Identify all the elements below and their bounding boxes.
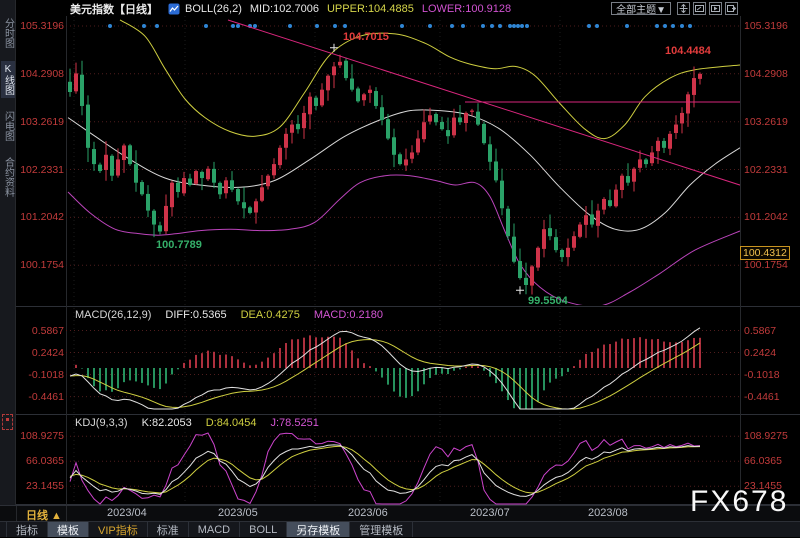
price-axis-label: 0.5867 [31, 324, 64, 337]
price-axis-label: 104.2908 [20, 67, 64, 80]
export-icon[interactable] [709, 2, 722, 15]
price-axis-label: 0.5867 [744, 324, 777, 337]
toolbar-item-另存模板[interactable]: 另存模板 [287, 522, 351, 537]
toolbar-item-MACD[interactable]: MACD [189, 522, 241, 537]
panel-drag-marker-icon[interactable] [2, 414, 13, 430]
kdj-layer [69, 432, 701, 505]
sidebar-item-闪电图[interactable]: 闪电图 [1, 108, 15, 144]
swing-low2-label: 99.5504 [528, 295, 568, 307]
date-label: 2023/05 [218, 507, 258, 519]
kdj-k-value: K:82.2053 [141, 417, 192, 429]
price-axis-label: -0.4461 [28, 390, 64, 403]
swing-low-label: 100.7789 [156, 239, 202, 251]
pan-icon[interactable] [677, 2, 690, 15]
kdj-d-value: D:84.0454 [205, 417, 257, 429]
bottom-toolbar: 指标 模板 VIP指标 标准 MACD BOLL 另存模板 管理模板 [0, 521, 800, 537]
date-label: 2023/06 [348, 507, 388, 519]
price-axis-label: -0.1018 [28, 368, 64, 381]
price-axis-label: 103.2619 [20, 115, 64, 128]
macd-panel-header: MACD(26,12,9) DIFF:0.5365 DEA:0.4275 MAC… [75, 309, 383, 321]
price-axis-label: 102.2331 [20, 163, 64, 176]
kdj-title: KDJ(9,3,3) [75, 417, 128, 429]
macd-dea-value: DEA:0.4275 [240, 309, 300, 321]
price-marker-label: 100.4312 [740, 246, 790, 260]
price-axis-label: 108.9275 [744, 430, 788, 443]
chart-icon [168, 3, 180, 15]
price-axis-label: 0.2424 [31, 346, 64, 359]
boll-lower-value: LOWER:100.9128 [421, 2, 512, 15]
event-dots-layer [108, 24, 692, 28]
boll-upper-value: UPPER:104.4885 [326, 2, 414, 15]
price-axis-label: 103.2619 [744, 115, 788, 128]
toolbar-item-VIP指标[interactable]: VIP指标 [89, 522, 148, 537]
price-axis-label: 104.2908 [744, 67, 788, 80]
sidebar-item-K线图[interactable]: K线图 [0, 61, 15, 98]
symbol-title: 美元指数 [70, 3, 114, 16]
macd-title: MACD(26,12,9) [75, 309, 152, 321]
price-axis-label: 0.2424 [744, 346, 777, 359]
chart-application: 分时图 K线图闪电图合约资料 美元指数 【日线】 BOLL(26,2) MID:1… [0, 0, 800, 537]
chart-header: 美元指数 【日线】 BOLL(26,2) MID:102.7006 UPPER:… [70, 1, 800, 16]
main-price-layer [67, 19, 740, 305]
latest-high-label: 104.4484 [665, 45, 711, 57]
date-label: 2023/07 [470, 507, 510, 519]
kdj-j-value: J:78.5251 [270, 417, 319, 429]
price-axis-label: 100.1754 [20, 259, 64, 272]
price-axis-label: -0.1018 [744, 368, 780, 381]
price-axis-label: 105.3196 [744, 20, 788, 32]
macd-diff-value: DIFF:0.5365 [165, 309, 227, 321]
header-controls: 全部主题▼ [611, 2, 738, 16]
price-axis-label: 101.2042 [20, 211, 64, 224]
new-window-icon[interactable] [725, 2, 738, 15]
price-axis-label: 105.3196 [20, 20, 64, 32]
indicator-name: BOLL(26,2) [185, 2, 242, 15]
kdj-panel-header: KDJ(9,3,3) K:82.2053 D:84.0454 J:78.5251 [75, 417, 319, 429]
price-axis-label: 100.1754 [744, 259, 788, 272]
sidebar-item-分时图[interactable]: 分时图 [1, 15, 15, 51]
toolbar-item-模板[interactable]: 模板 [48, 522, 89, 537]
toolbar-item-标准[interactable]: 标准 [148, 522, 189, 537]
price-axis-label: 66.0365 [744, 455, 782, 468]
price-axis-label: 23.1455 [26, 480, 64, 493]
macd-value: MACD:0.2180 [313, 309, 383, 321]
date-label: 2023/08 [588, 507, 628, 519]
toolbar-item-BOLL[interactable]: BOLL [240, 522, 288, 537]
price-axis-label: 108.9275 [20, 430, 64, 443]
macd-layer [69, 327, 701, 410]
theme-dropdown-button[interactable]: 全部主题▼ [611, 2, 671, 16]
fx678-watermark: FX678 [690, 485, 789, 518]
price-axis-label: 102.2331 [744, 163, 788, 176]
price-axis-label: 101.2042 [744, 211, 788, 224]
swing-high-label: 104.7015 [343, 31, 389, 43]
price-axis-label: -0.4461 [744, 390, 780, 403]
toolbar-item-管理模板[interactable]: 管理模板 [350, 522, 414, 537]
chart-canvas[interactable] [0, 0, 800, 537]
sidebar-item-合约资料[interactable]: 合约资料 [1, 154, 15, 200]
boll-mid-value: MID:102.7006 [249, 2, 319, 15]
price-axis-label: 66.0365 [26, 455, 64, 468]
screenshot-icon[interactable] [693, 2, 706, 15]
time-axis-row: 日线 ▲ 2023/04 2023/05 2023/06 2023/07 2023/08 [0, 505, 800, 522]
period-tag: 【日线】 [114, 3, 158, 16]
toolbar-item-指标[interactable]: 指标 [6, 522, 48, 537]
date-label: 2023/04 [107, 507, 147, 519]
